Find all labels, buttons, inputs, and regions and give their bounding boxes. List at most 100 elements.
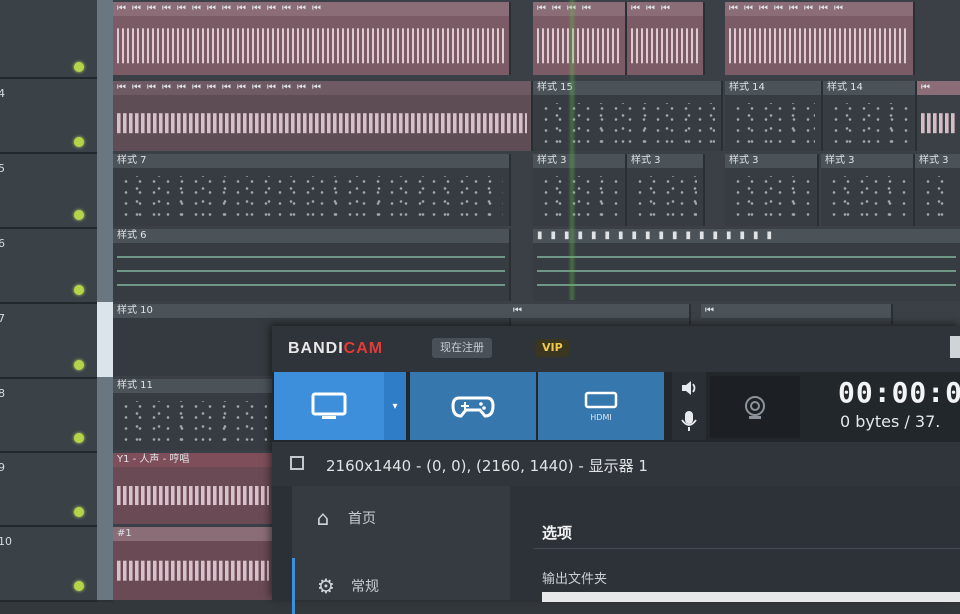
track-header[interactable]: 6 bbox=[0, 227, 97, 304]
pattern-notes bbox=[921, 176, 954, 220]
bandicam-logo: BANDICAM bbox=[288, 340, 383, 358]
pattern-clip[interactable]: ⏮ bbox=[509, 304, 691, 324]
game-record-mode-button[interactable] bbox=[410, 372, 536, 440]
vip-badge[interactable]: VIP bbox=[536, 339, 569, 357]
track-number: 4 bbox=[0, 87, 5, 100]
pattern-notes bbox=[119, 176, 503, 220]
track-handle[interactable] bbox=[97, 227, 113, 304]
track-handle[interactable] bbox=[97, 77, 113, 154]
clip-header: 样式 3 bbox=[821, 154, 913, 168]
track-mute-led[interactable] bbox=[74, 137, 84, 147]
speaker-icon[interactable] bbox=[679, 378, 699, 398]
clip-header: 样式 14 bbox=[725, 81, 821, 95]
pattern-notes bbox=[829, 103, 909, 145]
pattern-clip[interactable]: 样式 3 bbox=[915, 154, 960, 226]
pattern-notes bbox=[731, 176, 811, 220]
clip-header: 样式 3 bbox=[915, 154, 960, 168]
audio-clip[interactable]: ⏮⏮⏮ bbox=[627, 2, 705, 75]
bandicam-titlebar[interactable]: BANDICAM 现在注册 VIP bbox=[272, 326, 960, 372]
track-handle-selected[interactable] bbox=[97, 302, 113, 379]
pattern-clip[interactable]: 样式 3 bbox=[725, 154, 819, 226]
mode-dropdown-button[interactable]: ▾ bbox=[384, 372, 406, 440]
pattern-clip[interactable]: 样式 15 bbox=[533, 81, 723, 151]
pattern-clip[interactable]: 样式 3 bbox=[627, 154, 705, 226]
pattern-clip[interactable]: 样式 6 bbox=[113, 229, 511, 301]
audio-clip[interactable]: ⏮⏮⏮⏮⏮⏮⏮⏮⏮⏮⏮⏮⏮⏮ bbox=[113, 2, 511, 75]
microphone-icon[interactable] bbox=[680, 410, 698, 432]
track-handle[interactable] bbox=[97, 0, 113, 79]
capture-area-resolution: 2160x1440 - (0, 0), (2160, 1440) - 显示器 1 bbox=[326, 457, 648, 475]
output-folder-label: 输出文件夹 bbox=[542, 572, 608, 587]
clip-header: 样式 7 bbox=[113, 154, 509, 168]
pattern-notes bbox=[117, 253, 505, 295]
clip-header: ⏮ bbox=[701, 304, 891, 318]
track-header[interactable]: 10 bbox=[0, 525, 97, 602]
clip-header: Y1 - 人声 - 哼唱 bbox=[113, 453, 273, 467]
pattern-clip[interactable]: 样式 3 bbox=[533, 154, 627, 226]
audio-clip[interactable]: #1 bbox=[113, 527, 275, 600]
home-icon: ⌂ bbox=[316, 506, 330, 530]
track-handle[interactable] bbox=[97, 152, 113, 229]
section-divider bbox=[534, 548, 960, 549]
clip-header: ⏮⏮⏮⏮⏮⏮⏮⏮⏮⏮⏮⏮⏮⏮ bbox=[113, 81, 531, 95]
audio-clip[interactable]: ⏮⏮⏮⏮⏮⏮⏮⏮ bbox=[725, 2, 915, 75]
pattern-clip[interactable]: 样式 11 bbox=[113, 379, 275, 450]
track-number: 6 bbox=[0, 237, 5, 250]
track-handle[interactable] bbox=[97, 525, 113, 602]
clip-header: #1 bbox=[113, 527, 273, 541]
clip-header: ▮▮▮▮▮▮▮▮▮▮▮▮▮▮▮▮▮▮ bbox=[533, 229, 960, 243]
track-header[interactable]: 8 bbox=[0, 377, 97, 453]
waveform bbox=[729, 27, 909, 64]
webcam-button[interactable] bbox=[710, 376, 800, 438]
audio-clip[interactable]: Y1 - 人声 - 哼唱 bbox=[113, 453, 275, 524]
waveform bbox=[117, 27, 505, 64]
track-mute-led[interactable] bbox=[74, 360, 84, 370]
device-mode-label: HDMI bbox=[590, 412, 612, 422]
track-mute-led[interactable] bbox=[74, 507, 84, 517]
chevron-down-icon: ▾ bbox=[392, 400, 398, 412]
pattern-clip[interactable]: 样式 14 bbox=[725, 81, 823, 151]
track-header[interactable] bbox=[0, 0, 97, 79]
playlist-lane: ⏮⏮⏮⏮⏮⏮⏮⏮⏮⏮⏮⏮⏮⏮ 样式 15 样式 14 样式 14 ⏮ bbox=[113, 77, 960, 154]
track-mute-led[interactable] bbox=[74, 433, 84, 443]
window-control-icon[interactable] bbox=[950, 336, 960, 358]
pattern-clip[interactable]: 样式 14 bbox=[823, 81, 917, 151]
webcam-icon bbox=[745, 396, 765, 419]
pattern-clip[interactable]: 样式 3 bbox=[821, 154, 915, 226]
device-record-mode-button[interactable]: HDMI bbox=[538, 372, 664, 440]
track-header-panel: 4 5 6 7 8 9 10 bbox=[0, 0, 97, 602]
track-handle[interactable] bbox=[97, 451, 113, 527]
playhead-marker[interactable] bbox=[568, 0, 576, 300]
track-number: 5 bbox=[0, 162, 5, 175]
track-mute-led[interactable] bbox=[74, 581, 84, 591]
clip-header: 样式 3 bbox=[627, 154, 703, 168]
sidebar-item-home[interactable]: ⌂ 首页 bbox=[292, 490, 510, 546]
pattern-clip[interactable]: 样式 7 bbox=[113, 154, 511, 226]
register-button[interactable]: 现在注册 bbox=[432, 338, 492, 358]
track-header[interactable]: 4 bbox=[0, 77, 97, 154]
sidebar-item-general[interactable]: ⚙ 常规 bbox=[292, 558, 513, 614]
capture-area-bar: 2160x1440 - (0, 0), (2160, 1440) - 显示器 1 bbox=[272, 442, 960, 486]
clip-header: 样式 3 bbox=[725, 154, 817, 168]
output-folder-field[interactable] bbox=[542, 592, 960, 602]
waveform bbox=[537, 27, 621, 64]
track-mute-led[interactable] bbox=[74, 62, 84, 72]
track-header[interactable]: 9 bbox=[0, 451, 97, 527]
sidebar-item-label: 常规 bbox=[351, 579, 379, 595]
track-mute-led[interactable] bbox=[74, 210, 84, 220]
pattern-clip[interactable]: ▮▮▮▮▮▮▮▮▮▮▮▮▮▮▮▮▮▮ bbox=[533, 229, 960, 301]
audio-clip[interactable]: ⏮⏮⏮⏮⏮⏮⏮⏮⏮⏮⏮⏮⏮⏮ bbox=[113, 81, 533, 151]
audio-clip[interactable]: ⏮⏮⏮⏮ bbox=[533, 2, 627, 75]
screen-record-mode-button[interactable] bbox=[274, 372, 384, 440]
track-header[interactable]: 5 bbox=[0, 152, 97, 229]
track-number: 9 bbox=[0, 461, 5, 474]
audio-clip[interactable]: ⏮ bbox=[917, 81, 960, 151]
track-mute-led[interactable] bbox=[74, 285, 84, 295]
capture-area-checkbox[interactable] bbox=[290, 456, 304, 470]
track-header[interactable]: 7 bbox=[0, 302, 97, 379]
track-number: 8 bbox=[0, 387, 5, 400]
pattern-notes bbox=[633, 176, 697, 220]
track-handle[interactable] bbox=[97, 377, 113, 453]
pattern-clip[interactable]: ⏮ bbox=[701, 304, 893, 324]
logo-accent-text: CAM bbox=[343, 340, 384, 357]
